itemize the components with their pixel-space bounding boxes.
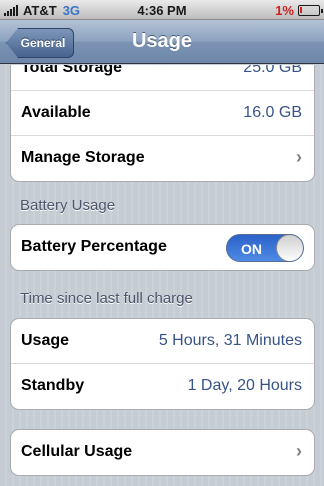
battery-percentage-label: Battery Percentage bbox=[21, 238, 167, 255]
manage-storage-row[interactable]: Manage Storage › bbox=[11, 136, 314, 181]
scroll-content[interactable]: Total Storage 25.0 GB Available 16.0 GB … bbox=[0, 65, 324, 486]
toggle-state-text: ON bbox=[241, 241, 262, 257]
battery-percent: 1% bbox=[275, 3, 294, 18]
standby-label: Standby bbox=[21, 377, 85, 394]
usage-row: Usage 5 Hours, 31 Minutes bbox=[11, 319, 314, 364]
standby-value: 1 Day, 20 Hours bbox=[187, 377, 302, 394]
page-title: Usage bbox=[131, 30, 193, 52]
battery-usage-header: Battery Usage bbox=[20, 197, 116, 214]
total-storage-label: Total Storage bbox=[21, 65, 123, 76]
chevron-right-icon: › bbox=[296, 441, 302, 461]
total-storage-value: 25.0 GB bbox=[243, 65, 302, 76]
navigation-bar: General Usage bbox=[0, 20, 324, 64]
chevron-right-icon: › bbox=[296, 147, 302, 167]
battery-icon bbox=[298, 5, 323, 16]
toggle-knob bbox=[276, 235, 303, 261]
standby-row: Standby 1 Day, 20 Hours bbox=[11, 364, 314, 409]
storage-group: Total Storage 25.0 GB Available 16.0 GB … bbox=[10, 65, 315, 182]
available-value: 16.0 GB bbox=[243, 104, 302, 121]
status-bar: AT&T 3G 4:36 PM 1% bbox=[0, 0, 324, 20]
usage-value: 5 Hours, 31 Minutes bbox=[158, 332, 302, 349]
available-label: Available bbox=[21, 104, 91, 121]
usage-label: Usage bbox=[21, 332, 70, 349]
time-since-group: Usage 5 Hours, 31 Minutes Standby 1 Day,… bbox=[10, 318, 315, 410]
battery-percentage-toggle[interactable]: ON bbox=[226, 234, 304, 262]
battery-group: Battery Percentage ON bbox=[10, 224, 315, 271]
status-right: 1% bbox=[275, 3, 323, 18]
battery-percentage-row: Battery Percentage ON bbox=[11, 225, 314, 270]
time-since-header: Time since last full charge bbox=[20, 290, 193, 307]
manage-storage-label: Manage Storage bbox=[21, 149, 145, 166]
available-row: Available 16.0 GB bbox=[11, 91, 314, 136]
cellular-group: Cellular Usage › bbox=[10, 429, 315, 476]
cellular-usage-row[interactable]: Cellular Usage › bbox=[11, 430, 314, 475]
cellular-usage-label: Cellular Usage bbox=[21, 443, 133, 460]
total-storage-row: Total Storage 25.0 GB bbox=[11, 65, 314, 91]
